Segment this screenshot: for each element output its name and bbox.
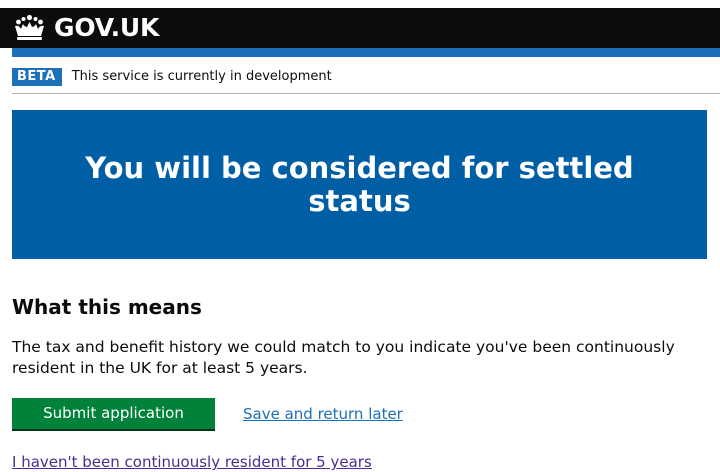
govuk-logo-link[interactable]: GOV.UK <box>13 14 159 42</box>
confirmation-panel: You will be considered for settled statu… <box>12 110 707 259</box>
phase-tag: BETA <box>12 68 62 86</box>
crown-icon <box>13 14 46 42</box>
submit-application-button[interactable]: Submit application <box>12 398 215 429</box>
panel-title: You will be considered for settled statu… <box>85 150 634 218</box>
phase-banner-text: This service is currently in development <box>71 69 332 84</box>
header-blue-bar <box>12 48 720 57</box>
body-text: The tax and benefit history we could mat… <box>12 338 675 377</box>
phase-banner-divider <box>12 93 720 94</box>
govuk-logo-text: GOV.UK <box>54 13 160 42</box>
save-and-return-link[interactable]: Save and return later <box>243 404 403 424</box>
phase-banner: BETA This service is currently in develo… <box>12 66 720 88</box>
section-heading: What this means <box>12 295 202 319</box>
not-continuously-resident-link[interactable]: I haven't been continuously resident for… <box>12 452 372 472</box>
govuk-header: GOV.UK <box>0 8 720 48</box>
